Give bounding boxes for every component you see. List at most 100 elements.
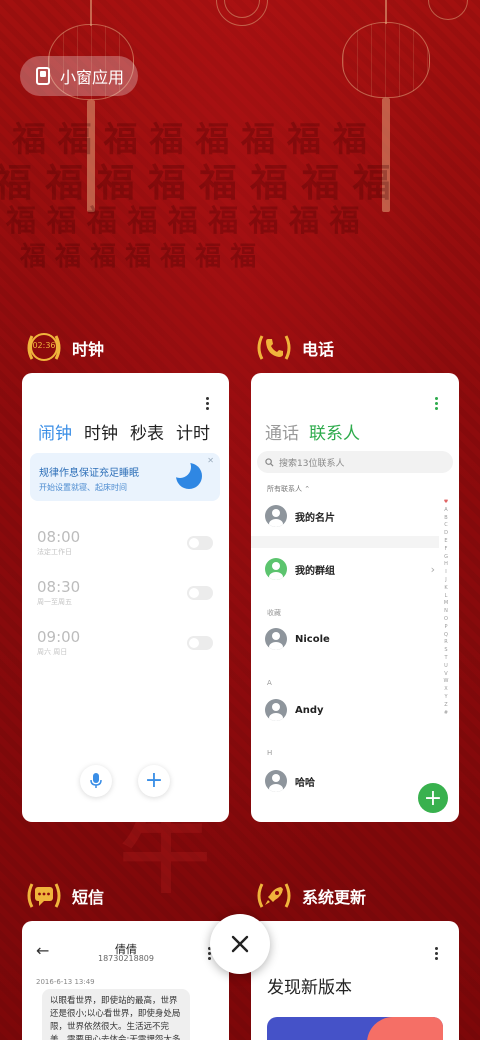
alphabet-index[interactable]: ♥ A B C D E F G H I J K L M N O P Q R S T U V W X Y Z #: [441, 499, 451, 717]
alphabet-index-letter[interactable]: T: [444, 655, 447, 663]
contact-filter[interactable]: 所有联系人 ⌃: [267, 484, 310, 494]
alphabet-index-letter[interactable]: N: [444, 608, 448, 616]
app-card-messages[interactable]: ← 倩倩 18730218809 2016-6-13 13:49 以眼看世界，即…: [22, 921, 229, 1040]
alarm-repeat: 法定工作日: [37, 548, 72, 556]
tab-calls[interactable]: 通话: [265, 419, 299, 444]
decorative-circle: [428, 0, 468, 20]
alphabet-index-letter[interactable]: O: [444, 616, 448, 624]
lantern-decoration: [342, 22, 430, 98]
alphabet-index-letter[interactable]: X: [444, 686, 447, 694]
search-placeholder: 搜索13位联系人: [279, 458, 345, 469]
contact-row[interactable]: Andy: [251, 692, 441, 728]
clock-tabs: 闹钟 时钟 秒表 计时: [38, 419, 210, 444]
search-icon: [265, 457, 274, 467]
alarm-toggle[interactable]: [187, 636, 213, 650]
section-header: A: [267, 679, 272, 687]
voice-alarm-button[interactable]: [80, 765, 112, 797]
contact-name: 我的名片: [295, 512, 335, 524]
alphabet-index-letter[interactable]: I: [445, 569, 446, 577]
alphabet-index-letter[interactable]: U: [444, 663, 448, 671]
alarm-repeat: 周六 周日: [37, 648, 68, 656]
avatar: [265, 505, 287, 527]
alphabet-index-letter[interactable]: F: [445, 546, 448, 554]
avatar: [265, 699, 287, 721]
phone-tabs: 通话 联系人: [265, 419, 360, 444]
alphabet-index-letter[interactable]: A: [444, 507, 447, 515]
section-header: H: [267, 749, 273, 757]
close-icon[interactable]: ✕: [207, 456, 214, 465]
tab-contacts[interactable]: 联系人: [309, 419, 360, 444]
alarm-toggle[interactable]: [187, 536, 213, 550]
contact-filter-label: 所有联系人: [267, 485, 302, 493]
tab-clock[interactable]: 时钟: [84, 419, 118, 444]
alphabet-index-letter[interactable]: ♥: [444, 499, 448, 507]
sleep-banner-title: 规律作息保证充足睡眠: [39, 468, 139, 479]
app-header-system-update: 系统更新: [254, 876, 366, 916]
contact-name: 哈哈: [295, 777, 315, 789]
update-illustration: [267, 1017, 443, 1040]
alphabet-index-letter[interactable]: H: [444, 561, 448, 569]
clear-all-button[interactable]: [210, 914, 270, 974]
alphabet-index-letter[interactable]: M: [444, 600, 448, 608]
contact-name: 我的群组: [295, 565, 335, 577]
alphabet-index-letter[interactable]: Y: [444, 694, 447, 702]
alphabet-index-letter[interactable]: Q: [444, 632, 448, 640]
moon-icon: [169, 456, 202, 489]
alarm-toggle[interactable]: [187, 586, 213, 600]
more-options-icon[interactable]: [435, 397, 439, 410]
app-title-clock: 时钟: [72, 340, 105, 359]
small-window-icon: [36, 67, 50, 85]
message-icon: [24, 876, 64, 916]
alphabet-index-letter[interactable]: K: [444, 585, 447, 593]
update-heading: 发现新版本: [267, 978, 352, 998]
more-options-icon[interactable]: [435, 947, 439, 960]
alphabet-index-letter[interactable]: B: [444, 515, 447, 523]
small-window-apps-button[interactable]: 小窗应用: [20, 56, 138, 96]
alphabet-index-letter[interactable]: #: [444, 710, 448, 718]
app-title-system-update: 系统更新: [302, 888, 367, 907]
clock-icon: 02:36: [24, 328, 64, 368]
alphabet-index-letter[interactable]: L: [445, 593, 448, 601]
phone-icon: [254, 328, 294, 368]
clock-badge-time: 02:36: [32, 341, 56, 350]
rocket-icon: [254, 876, 294, 916]
add-alarm-button[interactable]: +: [138, 765, 170, 797]
alphabet-index-letter[interactable]: D: [444, 530, 448, 538]
alphabet-index-letter[interactable]: J: [445, 577, 446, 585]
alphabet-index-letter[interactable]: V: [444, 671, 447, 679]
alphabet-index-letter[interactable]: W: [444, 678, 449, 686]
chevron-right-icon: ›: [430, 562, 435, 576]
app-header-messages: 短信: [24, 876, 104, 916]
add-contact-button[interactable]: +: [418, 783, 448, 813]
group-icon: [265, 558, 287, 580]
alphabet-index-letter[interactable]: Z: [444, 702, 447, 710]
app-title-messages: 短信: [72, 888, 105, 907]
alphabet-index-letter[interactable]: S: [444, 647, 447, 655]
contact-search-input[interactable]: 搜索13位联系人: [257, 451, 453, 473]
microphone-icon: [90, 773, 102, 788]
contact-row[interactable]: 哈哈: [251, 763, 441, 799]
section-header: 收藏: [267, 609, 281, 617]
contact-row-my-groups[interactable]: 我的群组 ›: [251, 551, 441, 587]
app-card-system-update[interactable]: 发现新版本: [251, 921, 459, 1040]
alphabet-index-letter[interactable]: G: [444, 554, 448, 562]
alphabet-index-letter[interactable]: E: [444, 538, 447, 546]
tab-timer[interactable]: 计时: [176, 419, 210, 444]
app-card-phone[interactable]: 通话 联系人 搜索13位联系人 所有联系人 ⌃ 我的名片 我的群组 › 收藏 N…: [251, 373, 459, 822]
more-options-icon[interactable]: [206, 397, 210, 410]
app-card-clock[interactable]: 闹钟 时钟 秒表 计时 规律作息保证充足睡眠 开始设置就寝、起床时间 ✕ 08:…: [22, 373, 229, 822]
tab-stopwatch[interactable]: 秒表: [130, 419, 164, 444]
alphabet-index-letter[interactable]: C: [444, 522, 448, 530]
sleep-banner[interactable]: 规律作息保证充足睡眠 开始设置就寝、起床时间 ✕: [30, 453, 220, 501]
avatar: [265, 770, 287, 792]
alarm-time: 09:00: [37, 628, 81, 646]
alphabet-index-letter[interactable]: P: [444, 624, 447, 632]
contact-row[interactable]: Nicole: [251, 621, 441, 657]
message-bubble: 以眼看世界，即使站的最高，世界还是很小;以心看世界，即使身处局限，世界依然很大。…: [42, 989, 190, 1040]
alphabet-index-letter[interactable]: R: [444, 639, 447, 647]
plus-icon: +: [144, 768, 164, 793]
app-header-phone: 电话: [254, 328, 334, 368]
contact-row-my-card[interactable]: 我的名片: [251, 498, 441, 534]
tab-alarm[interactable]: 闹钟: [38, 419, 72, 444]
contact-name: Nicole: [295, 633, 330, 645]
